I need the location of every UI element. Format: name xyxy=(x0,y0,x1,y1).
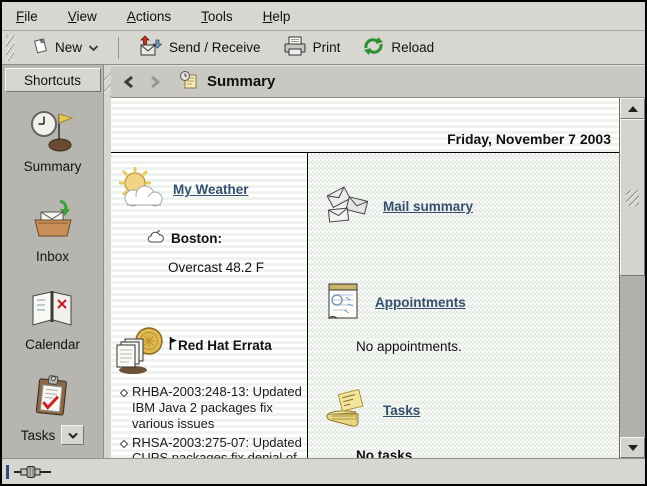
print-button[interactable]: Print xyxy=(274,32,350,64)
errata-list: RHBA-2003:248-13: Updated IBM Java 2 pac… xyxy=(119,384,303,458)
body: Shortcuts Summary xyxy=(2,65,645,458)
tasks-empty-text: No tasks xyxy=(356,448,619,458)
menu-actions[interactable]: Actions xyxy=(127,9,171,24)
appointments-link[interactable]: Appointments xyxy=(375,295,466,310)
shortcut-tasks-icon xyxy=(31,374,73,421)
shortcuts-group-button[interactable]: Shortcuts xyxy=(5,68,101,92)
menu-file[interactable]: File xyxy=(16,9,38,24)
scrollbar-grip xyxy=(626,190,639,206)
mail-summary-link[interactable]: Mail summary xyxy=(383,199,473,214)
chevron-down-icon xyxy=(67,431,79,440)
scroll-down-button[interactable] xyxy=(620,437,645,458)
errata-papers-icon xyxy=(113,325,169,378)
scroll-down-icon xyxy=(627,443,639,453)
toolbar: New Send / Receive xyxy=(2,31,645,65)
my-weather-link[interactable]: My Weather xyxy=(173,182,249,197)
weather-condition: Overcast 48.2 F xyxy=(168,260,307,275)
sidebar-item-summary[interactable]: Summary xyxy=(24,108,82,174)
sidebar-item-label: Inbox xyxy=(36,249,69,264)
new-document-icon xyxy=(31,37,49,58)
red-hat-flag-icon xyxy=(169,337,177,353)
summary-content: Friday, November 7 2003 xyxy=(111,98,619,458)
back-button[interactable] xyxy=(119,72,139,92)
summary-date: Friday, November 7 2003 xyxy=(111,98,619,152)
back-icon xyxy=(123,75,135,89)
new-button[interactable]: New xyxy=(22,33,108,62)
forward-icon xyxy=(149,75,161,89)
status-bar xyxy=(2,458,645,484)
summary-title-icon xyxy=(179,70,199,93)
vertical-scrollbar[interactable] xyxy=(619,98,645,458)
errata-item[interactable]: RHSA-2003:275-07: Updated CUPS packages … xyxy=(119,435,303,458)
sidebar-item-tasks[interactable]: Tasks xyxy=(21,374,85,445)
main-pane: Summary Friday, November 7 2003 xyxy=(111,65,645,458)
forward-button[interactable] xyxy=(145,72,165,92)
folder-title-bar: Summary xyxy=(111,65,645,98)
appointments-pad-icon xyxy=(324,280,362,325)
sidebar-item-calendar[interactable]: Calendar xyxy=(25,288,80,352)
reload-icon xyxy=(362,36,385,59)
shortcut-calendar-icon xyxy=(29,288,75,333)
cloud-small-icon xyxy=(147,230,164,247)
weather-sun-cloud-icon xyxy=(115,165,167,214)
send-receive-icon xyxy=(138,35,163,60)
errata-item[interactable]: RHBA-2003:248-13: Updated IBM Java 2 pac… xyxy=(119,384,303,432)
sidebar-item-inbox[interactable]: Inbox xyxy=(30,198,76,264)
send-receive-button[interactable]: Send / Receive xyxy=(129,31,270,64)
statusbar-resize-tick xyxy=(6,465,9,479)
online-plug-icon xyxy=(13,464,53,480)
toolbar-separator xyxy=(118,37,119,59)
summary-view: Friday, November 7 2003 xyxy=(111,98,645,458)
online-status-button[interactable] xyxy=(13,464,53,480)
sidebar-item-label: Summary xyxy=(24,159,82,174)
shortcut-summary-icon xyxy=(29,108,75,155)
evolution-window: File View Actions Tools Help New xyxy=(0,0,647,486)
scrollbar-track[interactable] xyxy=(620,276,645,437)
chevron-down-icon xyxy=(88,40,99,55)
menu-help[interactable]: Help xyxy=(263,9,291,24)
scroll-up-icon xyxy=(627,104,639,114)
shortcut-bar: Shortcuts Summary xyxy=(2,65,104,458)
errata-title-row: Red Hat Errata xyxy=(169,337,272,353)
reload-button[interactable]: Reload xyxy=(353,32,443,63)
scroll-up-button[interactable] xyxy=(620,98,645,119)
sidebar-item-label: Calendar xyxy=(25,337,80,352)
tasks-notes-icon xyxy=(324,388,370,433)
scrollbar-thumb[interactable] xyxy=(620,119,645,276)
menu-view[interactable]: View xyxy=(68,9,97,24)
appointments-empty-text: No appointments. xyxy=(356,339,619,354)
mail-envelopes-icon xyxy=(324,185,370,228)
errata-link[interactable]: Red Hat Errata xyxy=(178,338,272,353)
menubar: File View Actions Tools Help xyxy=(2,2,645,31)
folder-title: Summary xyxy=(207,73,275,90)
weather-location: Boston: xyxy=(171,231,222,246)
tasks-link[interactable]: Tasks xyxy=(383,403,420,418)
summary-left-column: My Weather Boston: xyxy=(111,153,308,458)
print-icon xyxy=(283,36,307,60)
pane-splitter[interactable] xyxy=(104,65,111,458)
shortcut-group-dropdown-button[interactable] xyxy=(61,425,84,445)
summary-right-column: Mail summary xyxy=(308,153,619,458)
sidebar-item-label: Tasks xyxy=(21,428,56,443)
menu-tools[interactable]: Tools xyxy=(201,9,233,24)
shortcut-inbox-icon xyxy=(30,198,76,245)
toolbar-grip[interactable] xyxy=(6,35,14,61)
